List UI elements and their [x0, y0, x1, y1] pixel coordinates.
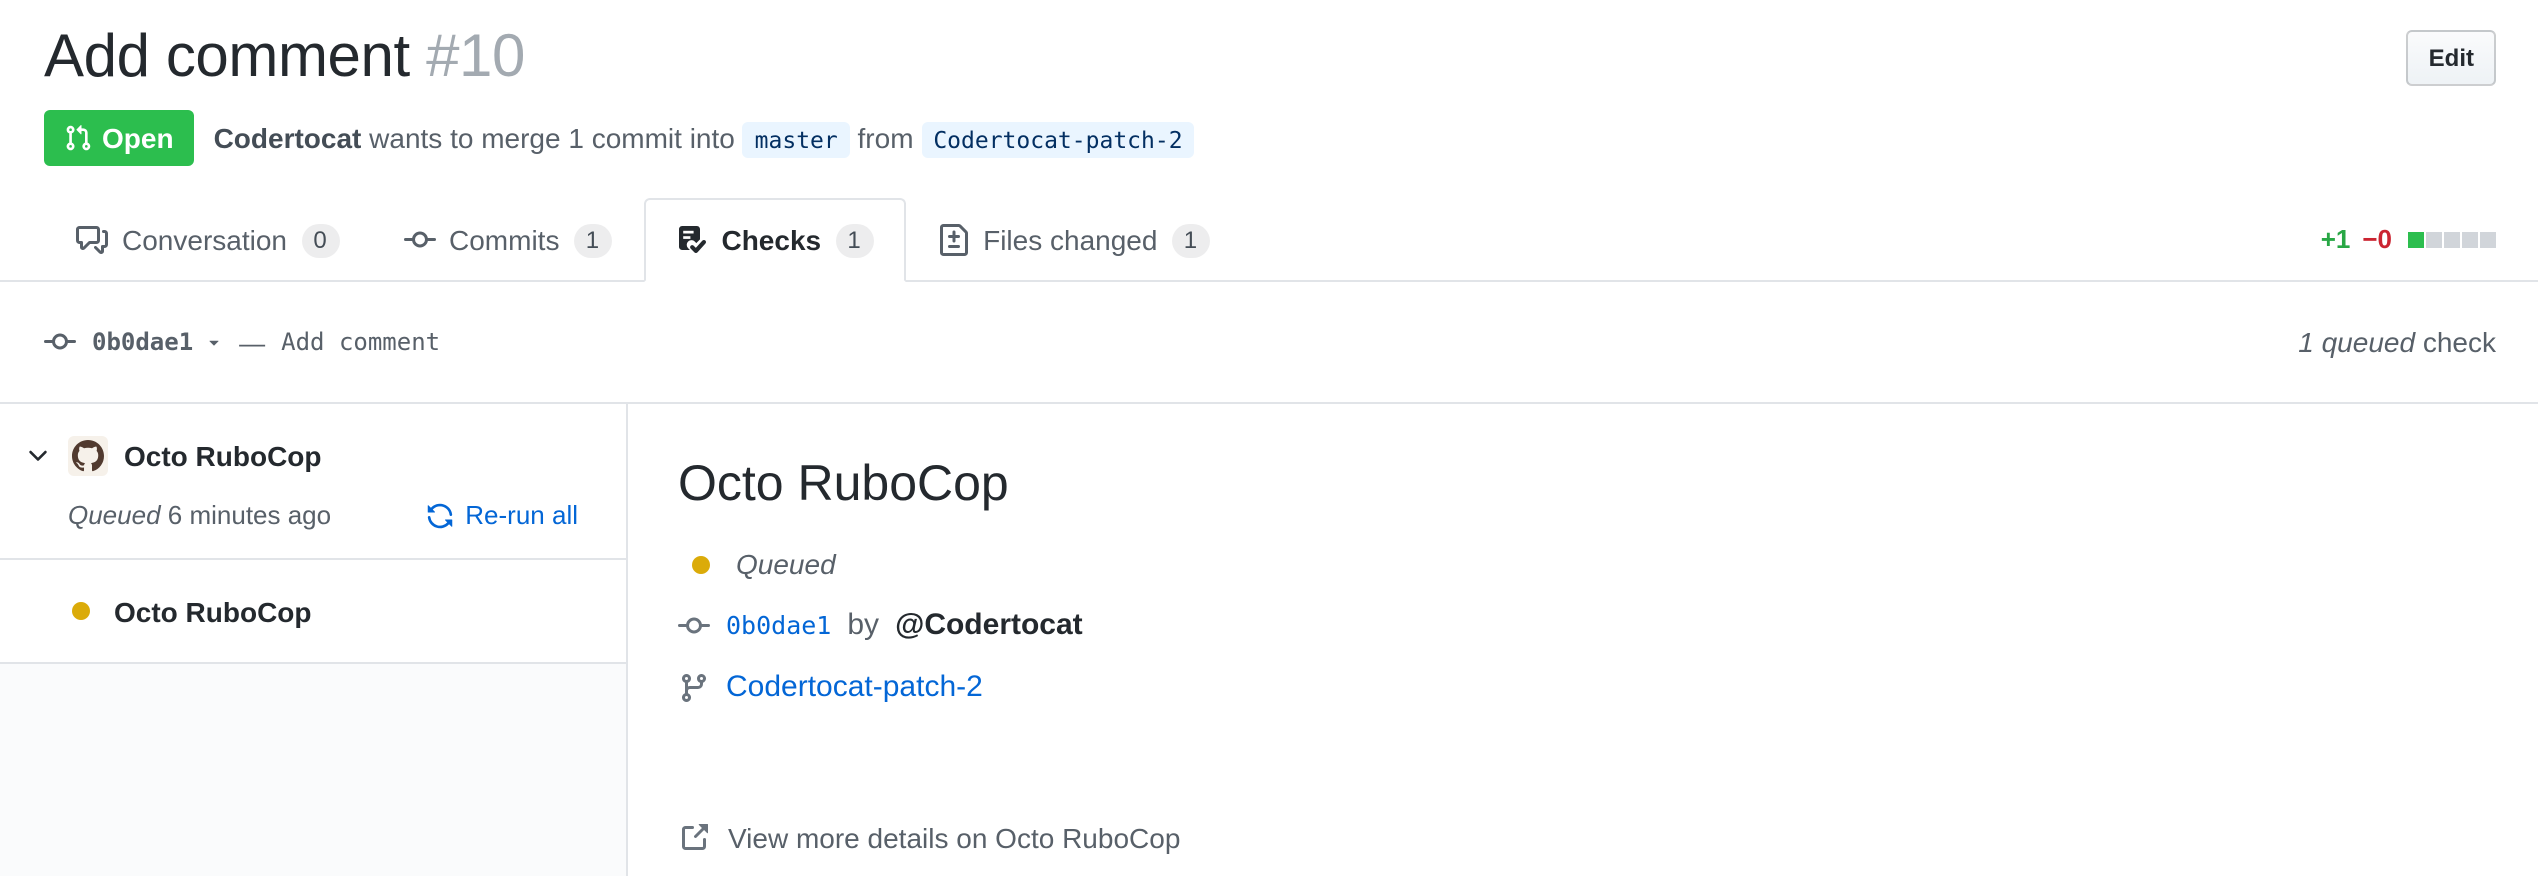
- check-detail: Octo RuboCop Queued 0b0dae1 by @Codertoc…: [628, 404, 2538, 876]
- octocat-mark: [72, 440, 104, 472]
- from-word: from: [858, 121, 914, 153]
- checks-summary-queued: 1 queued: [2298, 326, 2415, 358]
- branch-link[interactable]: Codertocat-patch-2: [726, 668, 983, 708]
- diffstat-blocks: [2408, 231, 2496, 247]
- git-commit-icon: [403, 224, 435, 256]
- author-name[interactable]: Codertocat: [214, 121, 362, 153]
- diffstat-block: [2462, 231, 2478, 247]
- checks-summary: 1 queued check: [2298, 326, 2496, 358]
- collapse-suite-button[interactable]: [24, 442, 52, 470]
- merge-action-text: wants to merge 1 commit into: [369, 121, 735, 153]
- state-label: Open: [102, 120, 174, 156]
- sync-icon: [425, 501, 453, 529]
- suite-header: Octo RuboCop Queued 6 minutes ago Re-run…: [0, 404, 626, 560]
- git-branch-icon: [678, 672, 710, 704]
- tab-checks[interactable]: Checks 1: [643, 198, 905, 282]
- tab-label: Files changed: [983, 220, 1157, 260]
- check-branch-row: Codertocat-patch-2: [678, 668, 2474, 708]
- checklist-icon: [675, 224, 707, 256]
- checks-summary-rest: check: [2423, 326, 2496, 358]
- triangle-down-icon: [203, 332, 223, 352]
- tab-conversation[interactable]: Conversation 0: [44, 198, 371, 282]
- check-run-item[interactable]: Octo RuboCop: [0, 560, 626, 664]
- suite-name: Octo RuboCop: [124, 440, 322, 472]
- pr-title-text: Add comment: [44, 24, 410, 90]
- counter-badge: 1: [573, 223, 611, 257]
- git-commit-icon: [44, 326, 76, 358]
- rerun-all-label: Re-run all: [465, 500, 578, 530]
- queued-status-dot: [72, 602, 90, 620]
- by-word: by: [847, 606, 879, 646]
- git-pull-request-icon: [64, 124, 92, 152]
- commit-sha-link[interactable]: 0b0dae1: [726, 606, 831, 646]
- checks-body: Octo RuboCop Queued 6 minutes ago Re-run…: [0, 404, 2538, 876]
- check-status-row: Queued: [678, 544, 2474, 584]
- suite-status: Queued 6 minutes ago: [68, 500, 331, 530]
- check-status: Queued: [736, 544, 836, 584]
- git-commit-icon: [678, 610, 710, 642]
- pr-description: Codertocat wants to merge 1 commit into …: [214, 111, 1195, 165]
- diffstat-block: [2408, 231, 2424, 247]
- view-more-link[interactable]: View more details on Octo RuboCop: [678, 822, 1180, 854]
- diffstat-additions: +1: [2321, 224, 2351, 254]
- state-badge: Open: [44, 110, 194, 166]
- comment-discussion-icon: [76, 224, 108, 256]
- link-external-icon: [678, 822, 710, 854]
- run-name: Octo RuboCop: [114, 595, 312, 627]
- diffstat[interactable]: +1 −0: [2321, 224, 2496, 254]
- commit-selector: 0b0dae1 — Add comment: [44, 326, 440, 358]
- pr-checks-page: Add comment #10 Edit Open Codertocat wan…: [0, 0, 2538, 872]
- file-diff-icon: [937, 224, 969, 256]
- tab-label: Conversation: [122, 220, 287, 260]
- commit-sha-dropdown[interactable]: 0b0dae1: [92, 328, 223, 356]
- check-commit-row: 0b0dae1 by @Codertocat: [678, 606, 2474, 646]
- tab-label: Checks: [721, 220, 821, 260]
- sha-label: 0b0dae1: [92, 328, 193, 356]
- commit-author[interactable]: @Codertocat: [895, 606, 1083, 646]
- checks-toolbar: 0b0dae1 — Add comment 1 queued check: [0, 282, 2538, 404]
- head-ref-chip[interactable]: Codertocat-patch-2: [921, 121, 1194, 157]
- check-heading: Octo RuboCop: [678, 452, 2474, 516]
- separator-dash: —: [239, 327, 265, 357]
- view-more-label: View more details on Octo RuboCop: [728, 822, 1180, 854]
- pr-header: Add comment #10 Edit Open Codertocat wan…: [0, 0, 2538, 166]
- octocat-avatar: [68, 436, 108, 476]
- tab-files-changed[interactable]: Files changed 1: [905, 198, 1241, 282]
- suite-status-time: 6 minutes ago: [168, 500, 331, 530]
- sidebar-empty-area: [0, 664, 626, 876]
- tab-label: Commits: [449, 220, 559, 260]
- counter-badge: 0: [301, 223, 339, 257]
- tab-commits[interactable]: Commits 1: [371, 198, 643, 282]
- page-title: Add comment #10: [44, 20, 525, 96]
- edit-button[interactable]: Edit: [2407, 30, 2496, 86]
- queued-status-dot: [692, 555, 710, 573]
- diffstat-block: [2480, 231, 2496, 247]
- pr-tabnav: Conversation 0 Commits 1 Checks 1 Files …: [0, 198, 2538, 282]
- commit-message: Add comment: [281, 328, 440, 356]
- base-ref-chip[interactable]: master: [743, 121, 850, 157]
- counter-badge: 1: [1171, 223, 1209, 257]
- diffstat-deletions: −0: [2362, 224, 2392, 254]
- counter-badge: 1: [835, 223, 873, 257]
- suite-status-state: Queued: [68, 500, 161, 530]
- chevron-down-icon: [24, 442, 52, 470]
- diffstat-block: [2426, 231, 2442, 247]
- diffstat-block: [2444, 231, 2460, 247]
- sidebar: Octo RuboCop Queued 6 minutes ago Re-run…: [0, 404, 628, 876]
- pr-number: #10: [426, 24, 525, 90]
- rerun-all-button[interactable]: Re-run all: [425, 500, 578, 530]
